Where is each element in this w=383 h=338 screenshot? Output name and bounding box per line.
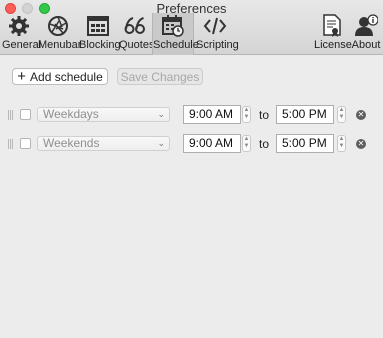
to-label: to (259, 108, 270, 122)
remove-schedule-button[interactable]: ✕ (356, 110, 366, 120)
tab-scripting[interactable]: Scripting (196, 13, 239, 55)
schedule-row: Weekdays ⌄ 9:00 AM ▲ ▼ to 5:00 PM ▲ ▼ ✕ (0, 105, 383, 125)
days-select[interactable]: Weekends ⌄ (37, 136, 170, 151)
start-time-stepper[interactable]: ▲ ▼ (242, 106, 251, 123)
save-changes-label: Save Changes (120, 69, 200, 84)
schedule-row: Weekends ⌄ 9:00 AM ▲ ▼ to 5:00 PM ▲ ▼ ✕ (0, 134, 383, 154)
quotes-icon (124, 17, 145, 34)
days-select[interactable]: Weekdays ⌄ (37, 107, 170, 122)
tab-label: Schedule (153, 39, 199, 51)
calendar-icon (162, 15, 184, 37)
drag-handle-icon[interactable] (8, 139, 13, 149)
browser-window-icon (87, 16, 109, 36)
tab-label: Blocking (79, 39, 121, 51)
tab-about[interactable]: About (351, 13, 381, 55)
tab-schedule[interactable]: Schedule (152, 13, 199, 55)
tab-label: Quotes (119, 39, 155, 51)
tab-label: Menubar (38, 39, 82, 51)
tab-license[interactable]: License (314, 13, 352, 55)
tab-label: About (351, 39, 381, 51)
schedule-enabled-checkbox[interactable] (20, 138, 31, 149)
start-time-stepper[interactable]: ▲ ▼ (242, 135, 251, 152)
add-schedule-button[interactable]: + Add schedule (12, 68, 108, 85)
gear-icon (9, 16, 29, 36)
end-time-field[interactable]: 5:00 PM (276, 134, 334, 153)
preferences-window: Preferences General Menubar Blocking Quo… (0, 0, 383, 338)
chevron-down-icon: ⌄ (157, 138, 165, 148)
add-schedule-label: Add schedule (30, 69, 103, 84)
to-label: to (259, 137, 270, 151)
chevron-down-icon: ⌄ (157, 109, 165, 119)
user-info-icon (355, 14, 378, 36)
tab-general[interactable]: General (2, 13, 42, 55)
save-changes-button[interactable]: Save Changes (117, 68, 203, 85)
end-time-field[interactable]: 5:00 PM (276, 105, 334, 124)
end-time-stepper[interactable]: ▲ ▼ (337, 135, 346, 152)
plus-icon: + (17, 67, 27, 85)
code-icon (203, 17, 227, 35)
tab-blocking[interactable]: Blocking (79, 13, 121, 55)
schedule-enabled-checkbox[interactable] (20, 109, 31, 120)
tab-label: Scripting (196, 39, 239, 51)
tab-quotes[interactable]: Quotes (119, 13, 155, 55)
close-icon: ✕ (357, 110, 365, 119)
tab-label: License (314, 39, 352, 51)
days-select-value: Weekdays (43, 107, 99, 121)
start-time-field[interactable]: 9:00 AM (183, 134, 241, 153)
end-time-stepper[interactable]: ▲ ▼ (337, 106, 346, 123)
tab-menubar[interactable]: Menubar (38, 13, 82, 55)
aperture-icon (48, 16, 68, 36)
certificate-icon (323, 14, 341, 37)
days-select-value: Weekends (43, 136, 100, 150)
toolbar: Preferences General Menubar Blocking Quo… (0, 0, 383, 55)
close-icon: ✕ (357, 139, 365, 148)
tab-label: General (2, 39, 42, 51)
drag-handle-icon[interactable] (8, 110, 13, 120)
remove-schedule-button[interactable]: ✕ (356, 139, 366, 149)
start-time-field[interactable]: 9:00 AM (183, 105, 241, 124)
